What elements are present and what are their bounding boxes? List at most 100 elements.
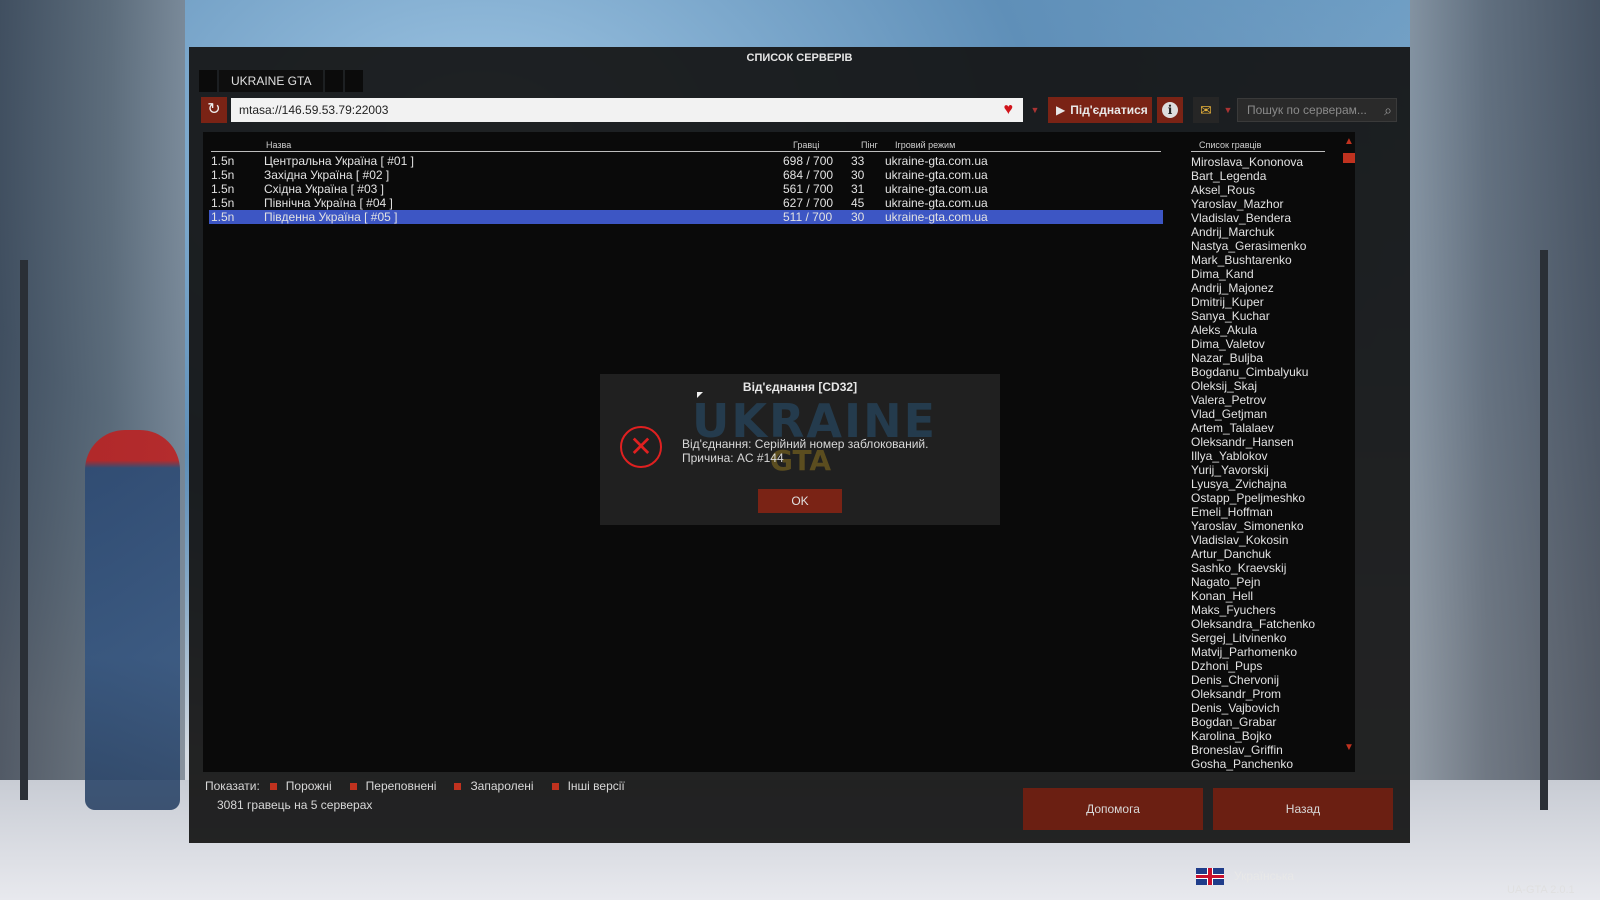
- server-row[interactable]: 1.5n Південна Україна [ #05 ] 511 / 700 …: [209, 210, 1163, 224]
- player-list-item[interactable]: Andrevid_Korshak: [1191, 771, 1341, 773]
- player-list-item[interactable]: Dzhoni_Pups: [1191, 659, 1341, 673]
- server-version: 1.5n: [211, 210, 235, 224]
- help-button[interactable]: Допомога: [1023, 788, 1203, 830]
- player-list-item[interactable]: Oleksandra_Fatchenko: [1191, 617, 1341, 631]
- filter-empty[interactable]: Порожні: [269, 779, 332, 793]
- window-title: СПИСОК СЕРВЕРІВ: [746, 52, 853, 64]
- toolbar: ↻ mtasa://146.59.53.79:22003 ♥ ▼ ▶ Під'єд…: [201, 97, 1397, 123]
- player-list-item[interactable]: Karolina_Bojko: [1191, 729, 1341, 743]
- player-list-item[interactable]: Nastya_Gerasimenko: [1191, 239, 1341, 253]
- player-list-item[interactable]: Lyusya_Zvichajna: [1191, 477, 1341, 491]
- player-list-item[interactable]: Dima_Kand: [1191, 267, 1341, 281]
- list-filter-button[interactable]: ✉: [1193, 97, 1219, 123]
- player-list-item[interactable]: Valera_Petrov: [1191, 393, 1341, 407]
- player-list-item[interactable]: Maks_Fyuchers: [1191, 603, 1341, 617]
- server-version: 1.5n: [211, 182, 235, 196]
- player-list-item[interactable]: Bart_Legenda: [1191, 169, 1341, 183]
- player-list-item[interactable]: Andrij_Marchuk: [1191, 225, 1341, 239]
- server-players: 684 / 700: [783, 168, 834, 182]
- tab-ukraine-gta[interactable]: UKRAINE GTA: [219, 70, 324, 92]
- scroll-up-icon[interactable]: ▲: [1344, 136, 1354, 147]
- player-list-item[interactable]: Vladislav_Kokosin: [1191, 533, 1341, 547]
- address-history-dropdown[interactable]: ▼: [1027, 97, 1043, 123]
- server-info-button[interactable]: i: [1157, 97, 1183, 123]
- players-list[interactable]: Miroslava_Kononova Bart_Legenda Aksel_Rous…: [1191, 155, 1341, 773]
- player-list-item[interactable]: Mark_Bushtarenko: [1191, 253, 1341, 267]
- search-placeholder: Пошук по серверам...: [1247, 103, 1367, 117]
- player-count-status: 3081 гравець на 5 серверах: [217, 798, 373, 812]
- tab-bar: UKRAINE GTA: [199, 70, 365, 92]
- favorite-heart-icon[interactable]: ♥: [1004, 101, 1014, 119]
- list-filter-dropdown[interactable]: ▼: [1221, 97, 1235, 123]
- player-list-item[interactable]: Emeli_Hoffman: [1191, 505, 1341, 519]
- player-list-item[interactable]: Miroslava_Kononova: [1191, 155, 1341, 169]
- back-button[interactable]: Назад: [1213, 788, 1393, 830]
- player-list-item[interactable]: Bogdan_Grabar: [1191, 715, 1341, 729]
- player-list-item[interactable]: Sanya_Kuchar: [1191, 309, 1341, 323]
- player-list-item[interactable]: Dima_Valetov: [1191, 337, 1341, 351]
- server-name: Північна Україна [ #04 ]: [264, 196, 393, 210]
- ok-button[interactable]: OK: [758, 489, 842, 513]
- column-header-ping[interactable]: Пінг: [861, 140, 878, 150]
- player-list-item[interactable]: Vladislav_Bendera: [1191, 211, 1341, 225]
- scroll-down-icon[interactable]: ▼: [1344, 742, 1354, 753]
- checkbox-icon[interactable]: [551, 782, 559, 790]
- player-list-item[interactable]: Denis_Chervonij: [1191, 673, 1341, 687]
- filter-other-versions[interactable]: Інші версії: [551, 779, 625, 793]
- server-row[interactable]: 1.5n Центральна Україна [ #01 ] 698 / 70…: [209, 154, 1163, 168]
- player-list-item[interactable]: Sashko_Kraevskij: [1191, 561, 1341, 575]
- tab-blank-3[interactable]: [345, 70, 364, 92]
- server-address-input[interactable]: mtasa://146.59.53.79:22003 ♥: [231, 98, 1023, 122]
- tab-blank-2[interactable]: [325, 70, 344, 92]
- player-list-item[interactable]: Artur_Danchuk: [1191, 547, 1341, 561]
- column-header-name[interactable]: Назва: [266, 140, 291, 150]
- player-list-item[interactable]: Matvij_Parhomenko: [1191, 645, 1341, 659]
- player-list-item[interactable]: Artem_Talalaev: [1191, 421, 1341, 435]
- player-list-item[interactable]: Yaroslav_Simonenko: [1191, 519, 1341, 533]
- player-list-item[interactable]: Aleks_Akula: [1191, 323, 1341, 337]
- player-list-item[interactable]: Ostapp_Ppeljmeshko: [1191, 491, 1341, 505]
- player-list-item[interactable]: Illya_Yablokov: [1191, 449, 1341, 463]
- player-list-item[interactable]: Nazar_Buljba: [1191, 351, 1341, 365]
- player-list-item[interactable]: Broneslav_Griffin: [1191, 743, 1341, 757]
- dialog-title: Від'єднання [CD32]: [742, 380, 858, 394]
- filter-full-label: Переповнені: [365, 779, 437, 793]
- player-list-item[interactable]: Oleksandr_Prom: [1191, 687, 1341, 701]
- language-selector[interactable]: Українська: [1196, 867, 1294, 885]
- player-list-item[interactable]: Nagato_Pejn: [1191, 575, 1341, 589]
- tab-blank-1[interactable]: [199, 70, 217, 92]
- player-list-item[interactable]: Sergej_Litvinenko: [1191, 631, 1341, 645]
- server-ping: 31: [851, 182, 865, 196]
- connect-button[interactable]: ▶ Під'єднатися: [1048, 97, 1152, 123]
- player-list-item[interactable]: Aksel_Rous: [1191, 183, 1341, 197]
- column-header-players[interactable]: Гравці: [793, 140, 819, 150]
- chevron-down-icon: ▼: [1030, 105, 1040, 115]
- column-header-mode[interactable]: Ігровий режим: [895, 140, 955, 150]
- checkbox-icon[interactable]: [269, 782, 277, 790]
- player-list-item[interactable]: Oleksij_Skaj: [1191, 379, 1341, 393]
- checkbox-icon[interactable]: [454, 782, 462, 790]
- player-list-item[interactable]: Konan_Hell: [1191, 589, 1341, 603]
- players-scrollbar[interactable]: ▲ ▼: [1343, 136, 1355, 758]
- server-row[interactable]: 1.5n Східна Україна [ #03 ] 561 / 700 31…: [209, 182, 1163, 196]
- player-list-item[interactable]: Denis_Vajbovich: [1191, 701, 1341, 715]
- server-search-input[interactable]: Пошук по серверам... ⌕: [1237, 98, 1397, 122]
- checkbox-icon[interactable]: [349, 782, 357, 790]
- scroll-thumb[interactable]: [1343, 153, 1355, 163]
- player-list-item[interactable]: Yaroslav_Mazhor: [1191, 197, 1341, 211]
- player-list-item[interactable]: Andrij_Majonez: [1191, 281, 1341, 295]
- server-row[interactable]: 1.5n Західна Україна [ #02 ] 684 / 700 3…: [209, 168, 1163, 182]
- player-list-item[interactable]: Gosha_Panchenko: [1191, 757, 1341, 771]
- server-row[interactable]: 1.5n Північна Україна [ #04 ] 627 / 700 …: [209, 196, 1163, 210]
- filter-locked[interactable]: Запаролені: [454, 779, 534, 793]
- refresh-icon: ↻: [207, 101, 221, 118]
- envelope-icon: ✉: [1200, 102, 1212, 118]
- filter-full[interactable]: Переповнені: [349, 779, 437, 793]
- player-list-item[interactable]: Oleksandr_Hansen: [1191, 435, 1341, 449]
- player-list-item[interactable]: Vlad_Getjman: [1191, 407, 1341, 421]
- player-list-item[interactable]: Dmitrij_Kuper: [1191, 295, 1341, 309]
- search-icon[interactable]: ⌕: [1384, 99, 1392, 121]
- player-list-item[interactable]: Yurij_Yavorskij: [1191, 463, 1341, 477]
- player-list-item[interactable]: Bogdanu_Cimbalyuku: [1191, 365, 1341, 379]
- refresh-button[interactable]: ↻: [201, 97, 227, 123]
